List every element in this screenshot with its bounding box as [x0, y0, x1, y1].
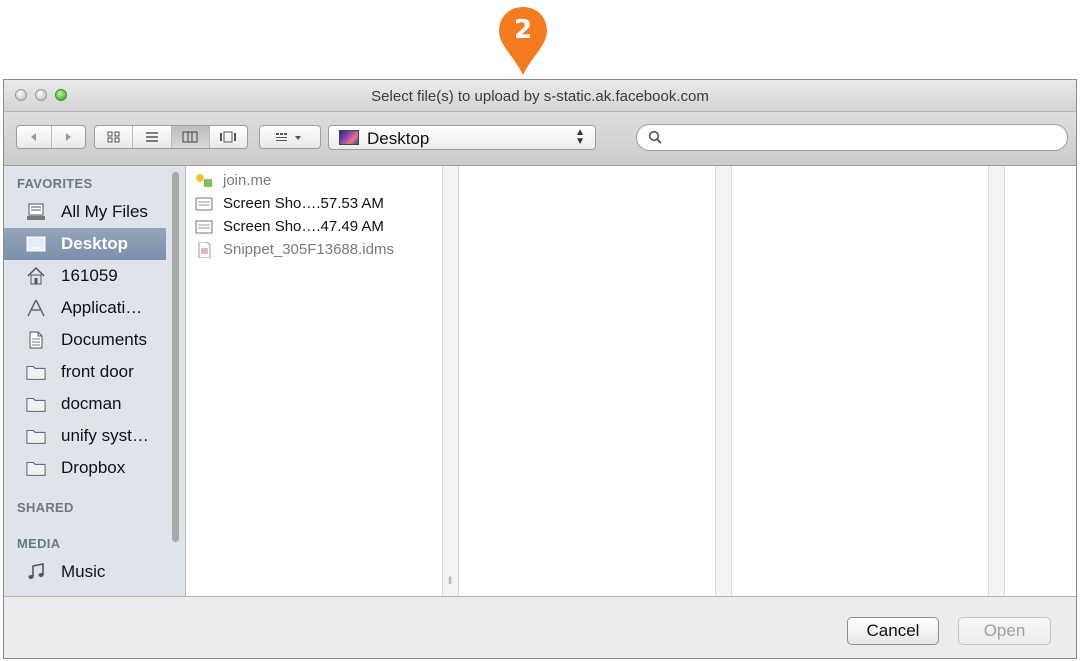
- back-button[interactable]: [17, 126, 52, 148]
- document-file-icon: [198, 242, 211, 258]
- folder-icon: [26, 430, 46, 444]
- sidebar-item-label: Dropbox: [61, 458, 126, 477]
- column-divider[interactable]: [442, 166, 459, 596]
- sidebar-item-label: All My Files: [61, 202, 148, 221]
- location-label: Desktop: [367, 129, 430, 148]
- sidebar-item-desktop[interactable]: Desktop: [4, 228, 166, 260]
- cancel-button[interactable]: Cancel: [847, 617, 939, 645]
- icon-view-button[interactable]: [95, 126, 134, 148]
- step-marker: 2: [497, 5, 549, 77]
- search-field[interactable]: [636, 124, 1068, 151]
- sidebar-item-label: 161059: [61, 266, 118, 285]
- documents-icon: [29, 331, 43, 349]
- folder-icon: [26, 398, 46, 412]
- sidebar-item-unify[interactable]: unify syst…: [4, 420, 166, 452]
- file-item-screenshot-2[interactable]: Screen Sho….47.49 AM: [194, 216, 444, 238]
- file-name: Snippet_305F13688.idms: [223, 241, 394, 258]
- home-icon: [27, 266, 45, 285]
- sidebar-item-label: unify syst…: [61, 426, 149, 445]
- window-title: Select file(s) to upload by s-static.ak.…: [371, 88, 709, 105]
- sidebar-item-label: docman: [61, 394, 122, 413]
- file-item-snippet[interactable]: Snippet_305F13688.idms: [194, 239, 444, 261]
- sidebar-item-label: Desktop: [61, 234, 129, 253]
- file-name: Screen Sho….47.49 AM: [223, 218, 384, 235]
- image-file-icon: [195, 197, 213, 211]
- sidebar-item-applications[interactable]: Applicati…: [4, 292, 166, 324]
- desktop-folder-icon: [339, 130, 359, 145]
- sidebar-item-docman[interactable]: docman: [4, 388, 166, 420]
- music-note-icon: [28, 563, 44, 579]
- file-name: Screen Sho….57.53 AM: [223, 195, 384, 212]
- media-header: MEDIA: [17, 536, 61, 551]
- search-icon: [648, 130, 662, 144]
- coverflow-view-button[interactable]: [210, 126, 247, 148]
- folder-icon: [26, 366, 46, 380]
- icon-view-icon: [107, 131, 120, 143]
- title-bar: Select file(s) to upload by s-static.ak.…: [4, 80, 1076, 112]
- favorites-header: FAVORITES: [17, 176, 93, 191]
- column-divider[interactable]: [988, 166, 1005, 596]
- sidebar-item-front-door[interactable]: front door: [4, 356, 166, 388]
- sidebar-item-documents[interactable]: Documents: [4, 324, 166, 356]
- column-browser: join.me Screen Sho….57.53 AM Screen Sho……: [186, 166, 1076, 596]
- dialog-button-bar: Cancel Open: [4, 596, 1076, 658]
- sidebar-scrollbar[interactable]: [172, 172, 179, 542]
- open-button[interactable]: Open: [958, 617, 1051, 645]
- location-popup[interactable]: Desktop ▲ ▼: [328, 125, 596, 150]
- all-files-icon: [27, 203, 45, 220]
- file-item-join-me[interactable]: join.me: [194, 170, 444, 192]
- chevron-right-icon: [66, 133, 72, 141]
- search-input[interactable]: [669, 128, 1053, 148]
- list-view-button[interactable]: [133, 126, 172, 148]
- file-name: join.me: [223, 172, 272, 189]
- sidebar-item-label: Documents: [61, 330, 147, 349]
- view-mode-control: [94, 125, 248, 149]
- column-divider[interactable]: [715, 166, 732, 596]
- updown-arrows-icon: ▲ ▼: [575, 127, 585, 147]
- arrange-grid-icon: [276, 133, 301, 141]
- arrange-menu-button[interactable]: [259, 125, 321, 149]
- desktop-icon: [26, 236, 46, 252]
- image-file-icon: [195, 220, 213, 234]
- chevron-left-icon: [30, 133, 36, 141]
- column-view-icon: [182, 131, 198, 143]
- column-resize-grip-icon[interactable]: ǁ: [448, 576, 452, 587]
- sidebar-item-dropbox[interactable]: Dropbox: [4, 452, 166, 484]
- column-view-button[interactable]: [171, 126, 210, 148]
- sidebar-item-label: front door: [61, 362, 134, 381]
- sidebar-item-home[interactable]: 161059: [4, 260, 166, 292]
- file-item-screenshot-1[interactable]: Screen Sho….57.53 AM: [194, 193, 444, 215]
- list-view-icon: [145, 132, 158, 142]
- sidebar-item-music[interactable]: Music: [4, 556, 166, 588]
- shared-header: SHARED: [17, 500, 74, 515]
- forward-button[interactable]: [52, 126, 86, 148]
- arrange-control: [260, 126, 320, 148]
- sidebar-item-label: Applicati…: [61, 298, 143, 317]
- folder-icon: [26, 462, 46, 476]
- toolbar: Desktop ▲ ▼: [4, 112, 1076, 166]
- file-open-dialog: Select file(s) to upload by s-static.ak.…: [3, 79, 1077, 659]
- sidebar-item-label: Music: [61, 562, 106, 581]
- applications-icon: [27, 299, 45, 317]
- coverflow-view-icon: [220, 131, 237, 143]
- sidebar: FAVORITES All My Files Desktop 161059 Ap…: [4, 166, 186, 596]
- step-number: 2: [513, 15, 533, 45]
- back-forward-control: [16, 125, 86, 149]
- app-icon: [196, 174, 212, 187]
- sidebar-item-all-my-files[interactable]: All My Files: [4, 196, 166, 228]
